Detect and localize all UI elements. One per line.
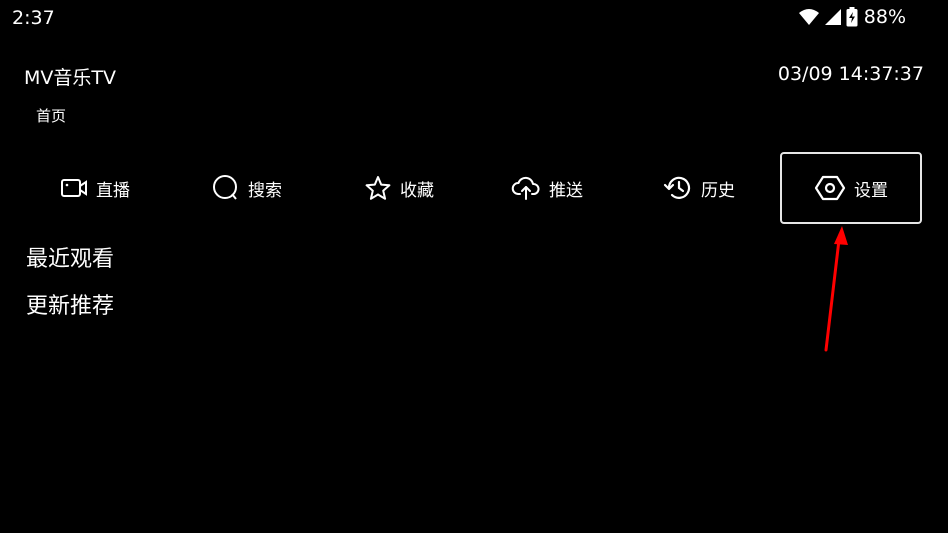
battery-level: 88%	[863, 6, 906, 28]
wifi-icon	[798, 8, 820, 26]
section-recent[interactable]: 最近观看	[26, 241, 114, 273]
nav-item-push[interactable]: 推送	[476, 152, 618, 224]
status-icons: 88%	[798, 6, 906, 28]
battery-charging-icon	[846, 7, 858, 27]
breadcrumb: 首页	[36, 107, 67, 125]
nav-item-search[interactable]: 搜索	[176, 152, 318, 224]
status-bar: 2:37 88%	[0, 0, 948, 36]
settings-icon	[814, 174, 846, 202]
search-icon	[212, 174, 240, 202]
app-title: MV音乐TV	[24, 67, 116, 89]
video-camera-icon	[60, 176, 88, 200]
star-icon	[364, 174, 392, 202]
nav-item-label: 搜索	[248, 180, 282, 201]
nav-item-label: 收藏	[400, 180, 434, 201]
history-icon	[663, 174, 693, 202]
nav-item-label: 推送	[549, 180, 583, 201]
nav-item-favorites[interactable]: 收藏	[328, 152, 470, 224]
main-nav: 直播 搜索 收藏 推送 历史 设置	[0, 152, 948, 224]
section-updates[interactable]: 更新推荐	[26, 288, 114, 320]
nav-item-history[interactable]: 历史	[628, 152, 770, 224]
cell-signal-icon	[824, 8, 842, 26]
nav-item-live[interactable]: 直播	[24, 152, 166, 224]
nav-item-label: 历史	[701, 180, 735, 201]
nav-item-label: 直播	[96, 180, 130, 201]
datetime: 03/09 14:37:37	[777, 63, 924, 85]
nav-item-label: 设置	[854, 180, 888, 201]
cloud-upload-icon	[511, 175, 541, 201]
nav-item-settings[interactable]: 设置	[780, 152, 922, 224]
status-time: 2:37	[12, 7, 55, 29]
